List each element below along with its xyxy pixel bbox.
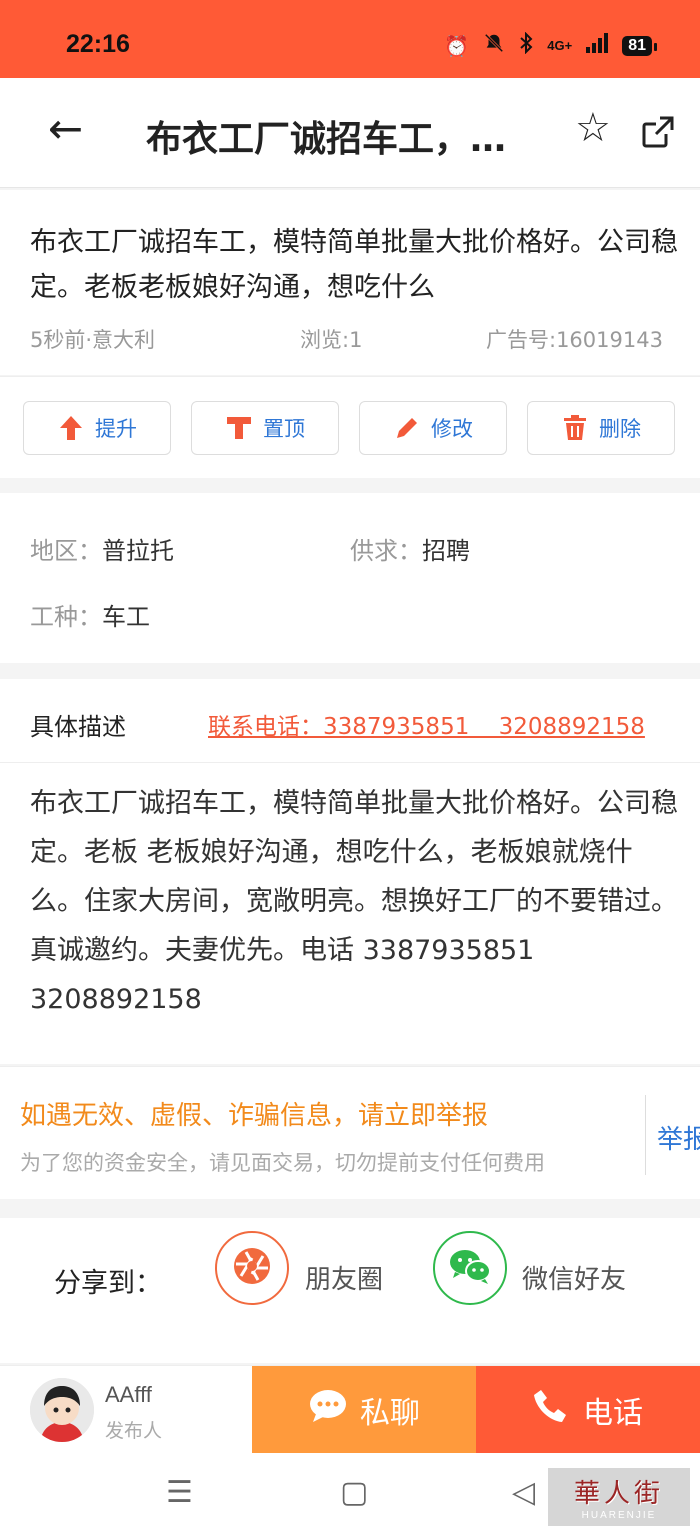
network-indicator: 4G+	[547, 38, 573, 53]
fraud-warning-card: 如遇无效、虚假、诈骗信息，请立即举报 为了您的资金安全，请见面交易，切勿提前支付…	[0, 1066, 700, 1199]
divider	[645, 1095, 646, 1175]
field-region: 地区：普拉托	[30, 531, 174, 566]
promote-label: 提升	[95, 417, 137, 441]
description-card: 具体描述 联系电话：3387935851 3208892158 布衣工厂诚招车工…	[0, 679, 700, 1064]
post-action-bar: 提升 置顶 修改 删除	[0, 376, 700, 478]
warning-subtitle: 为了您的资金安全，请见面交易，切勿提前支付任何费用	[20, 1151, 545, 1175]
field-job-key: 工种：	[30, 603, 102, 631]
pin-top-icon	[225, 414, 253, 442]
description-body: 布衣工厂诚招车工，模特简单批量大批价格好。公司稳定。老板 老板娘好沟通，想吃什么…	[30, 788, 678, 1015]
private-chat-button[interactable]: 私聊	[252, 1366, 476, 1454]
description-header: 具体描述 联系电话：3387935851 3208892158	[0, 679, 700, 763]
status-icons: ⏰ 4G+ 81	[444, 31, 657, 59]
share-external-icon[interactable]	[640, 114, 676, 150]
mute-bell-icon	[483, 32, 505, 59]
edit-button[interactable]: 修改	[359, 401, 507, 455]
signal-icon	[586, 33, 609, 58]
field-region-value: 普拉托	[102, 537, 174, 565]
status-time: 22:16	[66, 30, 130, 58]
chat-bubble-icon	[308, 1388, 348, 1432]
page-title: 布衣工厂诚招车工，…	[146, 119, 507, 160]
arrow-up-icon	[57, 414, 85, 442]
post-views: 浏览:1	[300, 328, 363, 352]
home-square-icon[interactable]: ▢	[340, 1475, 368, 1510]
menu-icon[interactable]: ☰	[166, 1475, 193, 1510]
post-time-location: 5秒前·意大利	[30, 328, 156, 352]
publisher-role: 发布人	[105, 1420, 163, 1442]
post-header-card: 布衣工厂诚招车工，模特简单批量大批价格好。公司稳定。老板老板娘好沟通，想吃什么 …	[0, 190, 700, 375]
publisher-name: AAfff	[105, 1382, 152, 1407]
report-button[interactable]: 举报	[657, 1119, 700, 1156]
status-bar: 22:16 ⏰ 4G+ 81	[0, 0, 700, 78]
pin-top-button[interactable]: 置顶	[191, 401, 339, 455]
field-job: 工种：车工	[30, 597, 150, 632]
watermark-en: HUARENJIE	[581, 1510, 657, 1521]
field-supply: 供求：招聘	[350, 531, 470, 566]
back-triangle-icon[interactable]: ◁	[512, 1475, 535, 1510]
phone-call-button[interactable]: 电话	[476, 1366, 700, 1454]
moments-label[interactable]: 朋友圈	[305, 1259, 383, 1296]
trash-icon	[561, 414, 589, 442]
field-region-key: 地区：	[30, 537, 102, 565]
share-card: 分享到： 朋友圈 微信好友	[0, 1218, 700, 1363]
delete-label: 删除	[599, 417, 641, 441]
contact-phone-link[interactable]: 联系电话：3387935851 3208892158	[208, 707, 645, 741]
favorite-star-icon[interactable]: ☆	[575, 108, 611, 148]
phone-icon	[533, 1388, 569, 1432]
edit-label: 修改	[431, 417, 473, 441]
delete-button[interactable]: 删除	[527, 401, 675, 455]
warning-title: 如遇无效、虚假、诈骗信息，请立即举报	[20, 1101, 489, 1131]
field-supply-key: 供求：	[350, 537, 422, 565]
avatar[interactable]	[30, 1378, 94, 1442]
wechat-share-button[interactable]	[433, 1231, 507, 1305]
top-nav-bar: ← 布衣工厂诚招车工，… ☆	[0, 78, 700, 188]
bluetooth-icon	[519, 31, 533, 59]
watermark-cn: 華人街	[573, 1479, 664, 1509]
wechat-icon	[447, 1246, 493, 1290]
back-arrow-icon[interactable]: ←	[48, 108, 83, 150]
pin-top-label: 置顶	[263, 417, 305, 441]
watermark-logo: 華人街 HUARENJIE	[548, 1468, 690, 1526]
phone-call-label: 电话	[583, 1396, 643, 1431]
camera-aperture-icon	[232, 1246, 272, 1290]
alarm-icon: ⏰	[444, 33, 470, 58]
battery-indicator: 81	[622, 35, 657, 56]
field-job-value: 车工	[102, 603, 150, 631]
post-title: 布衣工厂诚招车工，模特简单批量大批价格好。公司稳定。老板老板娘好沟通，想吃什么	[30, 227, 678, 303]
share-label: 分享到：	[54, 1268, 162, 1299]
private-chat-label: 私聊	[360, 1396, 420, 1431]
promote-button[interactable]: 提升	[23, 401, 171, 455]
wechat-label[interactable]: 微信好友	[522, 1259, 626, 1296]
description-label: 具体描述	[30, 713, 126, 741]
post-fields-card: 地区：普拉托 供求：招聘 工种：车工	[0, 493, 700, 663]
moments-share-button[interactable]	[215, 1231, 289, 1305]
bottom-action-bar: AAfff 发布人 私聊 电话	[0, 1365, 700, 1454]
post-ad-number: 广告号:16019143	[486, 328, 663, 352]
pencil-icon	[393, 414, 421, 442]
field-supply-value: 招聘	[422, 537, 470, 565]
